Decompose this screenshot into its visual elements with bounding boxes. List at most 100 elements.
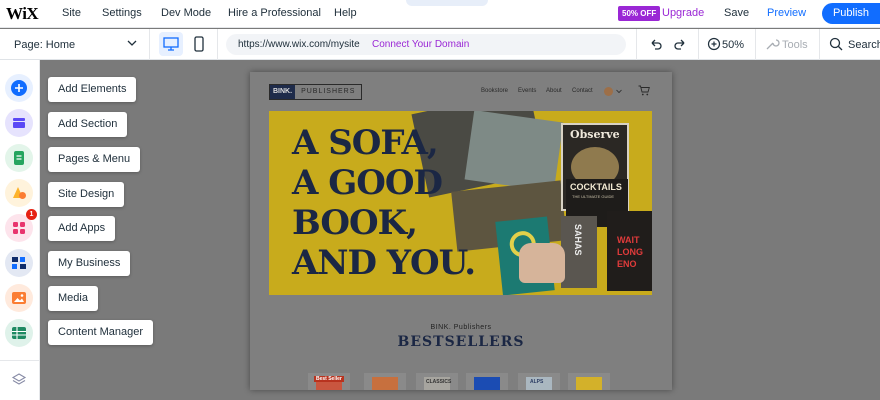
hero-book-wait-line3: ENO — [617, 259, 637, 269]
url-bar[interactable]: https://www.wix.com/mysite Connect Your … — [226, 34, 626, 55]
zoom-level[interactable]: 50% — [722, 39, 744, 51]
apps-icon — [13, 222, 25, 234]
content-manager-label[interactable]: Content Manager — [48, 320, 153, 345]
hero-book-observe-title: Observe — [570, 128, 620, 141]
media-icon — [12, 292, 26, 304]
bestseller-thumb-label: Best Seller — [314, 376, 344, 382]
add-elements-label[interactable]: Add Elements — [48, 77, 137, 102]
menu-hire-a-professional[interactable]: Hire a Professional — [228, 7, 321, 19]
desktop-view-button[interactable] — [159, 32, 183, 56]
zoom-icon[interactable] — [706, 36, 722, 52]
my-business-label[interactable]: My Business — [48, 251, 131, 276]
hero-book-cocktails-subtitle: THE ULTIMATE GUIDE — [572, 194, 615, 199]
page-icon — [14, 151, 24, 165]
site-nav-contact[interactable]: Contact — [572, 88, 593, 94]
site-logo[interactable]: BINK. PUBLISHERS — [269, 84, 363, 100]
site-header[interactable]: BINK. PUBLISHERS Bookstore Events About C… — [250, 72, 672, 112]
mobile-icon — [194, 36, 204, 52]
chevron-down-icon — [616, 89, 622, 94]
menu-dev-mode[interactable]: Dev Mode — [161, 7, 211, 19]
save-button[interactable]: Save — [724, 7, 749, 19]
hero-book-cocktails-title: COCKTAILS — [570, 182, 622, 192]
top-notch — [406, 0, 488, 6]
plus-icon — [11, 80, 27, 96]
site-nav-bookstore[interactable]: Bookstore — [481, 88, 508, 94]
bestseller-thumb[interactable] — [568, 373, 610, 390]
my-business-button[interactable] — [5, 249, 33, 277]
hero-headline-line-2: A GOOD — [292, 163, 443, 203]
connect-domain-link[interactable]: Connect Your Domain — [372, 39, 469, 50]
redo-icon[interactable] — [672, 36, 688, 52]
site-nav-about[interactable]: About — [546, 88, 562, 94]
hero-magazine — [464, 111, 564, 192]
database-icon — [12, 327, 26, 339]
layers-icon[interactable] — [11, 372, 27, 388]
left-rail — [0, 60, 40, 400]
add-section-button[interactable] — [5, 109, 33, 137]
content-manager-button[interactable] — [5, 319, 33, 347]
bestseller-thumb-label: CLASSICS — [426, 379, 452, 385]
section-icon — [13, 118, 25, 128]
site-logo-mark: BINK. — [270, 85, 296, 99]
toolbar-divider — [217, 29, 218, 60]
add-apps-label[interactable]: Add Apps — [48, 216, 116, 241]
upgrade-link[interactable]: Upgrade — [662, 7, 704, 19]
desktop-icon — [163, 37, 179, 51]
hero-book-sahas: SAHAS — [561, 216, 597, 288]
hero-strip[interactable]: Observe COCKTAILS THE ULTIMATE GUIDE SAH… — [269, 111, 652, 295]
tools-icon[interactable] — [764, 36, 780, 52]
avatar[interactable] — [604, 87, 613, 96]
toolbar-divider — [636, 29, 637, 60]
site-design-button[interactable] — [5, 179, 33, 207]
bestseller-thumb[interactable]: Best Seller — [308, 373, 350, 390]
pages-menu-label[interactable]: Pages & Menu — [48, 147, 141, 172]
tools-button[interactable]: Tools — [782, 39, 808, 51]
toolbar-divider — [755, 29, 756, 60]
site-canvas[interactable]: BINK. PUBLISHERS Bookstore Events About C… — [250, 72, 672, 390]
menu-settings[interactable]: Settings — [102, 7, 142, 19]
bestseller-thumb[interactable] — [466, 373, 508, 390]
apps-notification-badge: 1 — [26, 209, 37, 220]
preview-button[interactable]: Preview — [767, 7, 806, 19]
hero-book-wait: WAIT LONG ENO — [607, 211, 652, 291]
publisher-caption: BINK. Publishers — [430, 324, 492, 331]
site-url: https://www.wix.com/mysite — [238, 39, 360, 50]
site-logo-text: PUBLISHERS — [301, 88, 356, 95]
top-bar: WiX Site Settings Dev Mode Hire a Profes… — [0, 0, 880, 28]
chevron-down-icon — [127, 40, 137, 46]
menu-help[interactable]: Help — [334, 7, 357, 19]
rail-divider — [0, 360, 40, 361]
search-icon[interactable] — [828, 36, 844, 52]
toolbar-divider — [819, 29, 820, 60]
pages-menu-button[interactable] — [5, 144, 33, 172]
wix-logo[interactable]: WiX — [6, 4, 39, 24]
editor-toolbar: Page: Home https://www.wix.com/mysite Co… — [0, 29, 880, 60]
hero-hand — [519, 243, 565, 283]
add-elements-button[interactable] — [5, 74, 33, 102]
page-selector-label: Page: Home — [14, 39, 76, 51]
page-selector[interactable]: Page: Home — [0, 29, 150, 60]
hero-headline-line-3: BOOK, — [292, 203, 418, 243]
sale-badge: 50% OFF — [618, 6, 661, 21]
site-nav-events[interactable]: Events — [518, 88, 536, 94]
undo-icon[interactable] — [648, 36, 664, 52]
menu-site[interactable]: Site — [62, 7, 81, 19]
publish-button[interactable]: Publish — [822, 3, 880, 24]
media-button[interactable] — [5, 284, 33, 312]
toolbar-divider — [698, 29, 699, 60]
bestsellers-heading: BESTSELLERS — [397, 334, 525, 350]
mobile-view-button[interactable] — [187, 32, 211, 56]
bestseller-thumb[interactable] — [364, 373, 406, 390]
business-icon — [12, 257, 26, 269]
media-label[interactable]: Media — [48, 286, 98, 311]
bestseller-thumb[interactable]: CLASSICS — [416, 373, 458, 390]
add-section-label[interactable]: Add Section — [48, 112, 128, 137]
hero-headline-line-4: AND YOU. — [292, 243, 476, 283]
hero-book-wait-line2: LONG — [617, 247, 643, 257]
search-button[interactable]: Search — [848, 39, 880, 51]
hero-headline-line-1: A SOFA, — [292, 123, 439, 163]
site-design-label[interactable]: Site Design — [48, 182, 125, 207]
bestseller-thumb[interactable]: ALPS — [518, 373, 560, 390]
design-icon — [13, 187, 26, 199]
cart-icon[interactable] — [638, 85, 650, 96]
